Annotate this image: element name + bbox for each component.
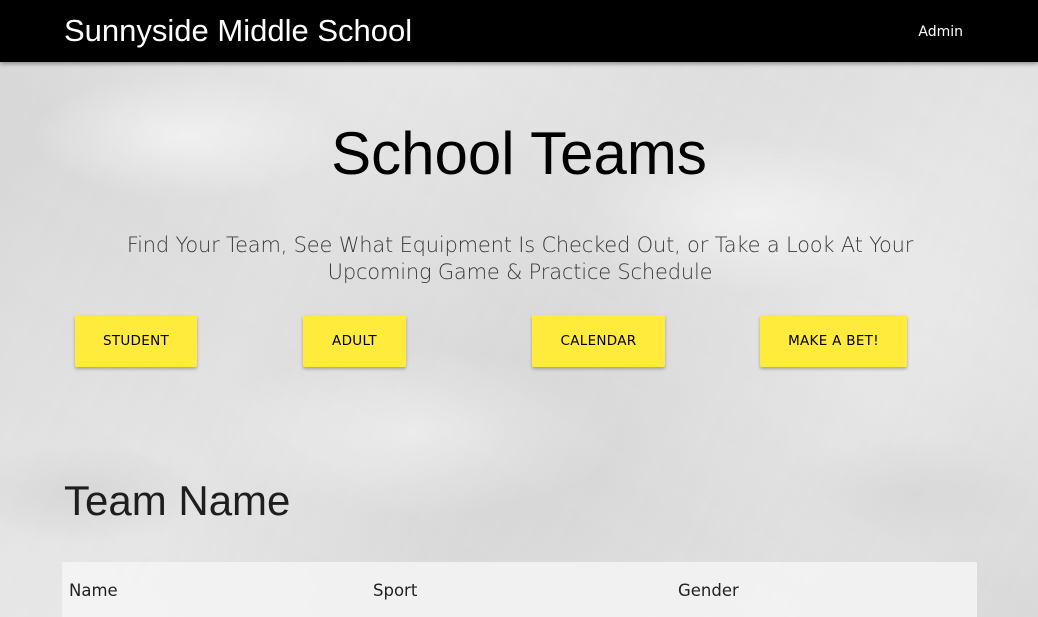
make-a-bet-button[interactable]: MAKE A BET! xyxy=(760,315,907,367)
page-title: School Teams xyxy=(331,120,707,187)
column-header-sport[interactable]: Sport xyxy=(373,580,417,602)
team-name-heading: Team Name xyxy=(64,477,291,524)
page-subtitle: Find Your Team, See What Equipment Is Ch… xyxy=(126,233,914,284)
column-header-name[interactable]: Name xyxy=(69,580,118,602)
top-navbar: Sunnyside Middle School Admin xyxy=(0,0,1038,62)
school-brand-link[interactable]: Sunnyside Middle School xyxy=(64,12,412,50)
team-table: Name Sport Gender xyxy=(62,562,977,617)
admin-link[interactable]: Admin xyxy=(918,22,963,42)
student-button[interactable]: STUDENT xyxy=(75,315,197,367)
column-header-gender[interactable]: Gender xyxy=(678,580,739,602)
adult-button[interactable]: ADULT xyxy=(303,315,406,367)
calendar-button[interactable]: CALENDAR xyxy=(532,315,665,367)
